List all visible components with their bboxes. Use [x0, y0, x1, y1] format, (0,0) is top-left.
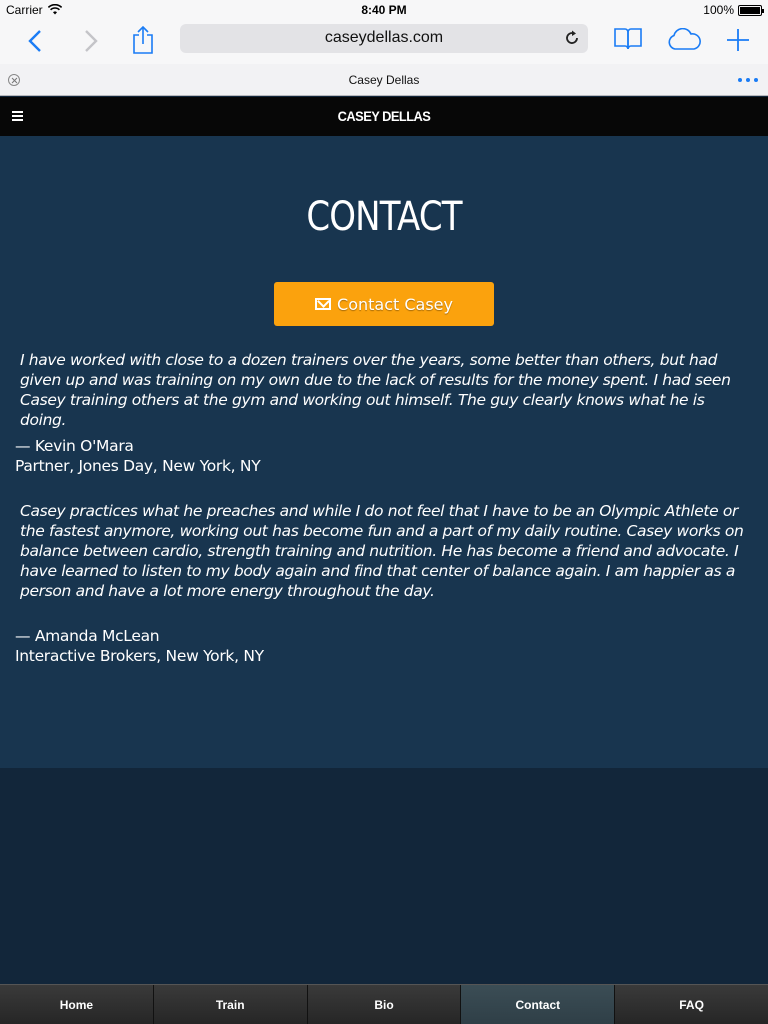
nav-item-bio[interactable]: Bio [307, 985, 462, 1024]
nav-item-faq[interactable]: FAQ [615, 985, 768, 1024]
add-tab-icon[interactable] [724, 26, 752, 54]
reload-icon[interactable] [562, 28, 582, 48]
site-title[interactable]: CASEY DELLAS [31, 108, 738, 124]
status-bar: Carrier 8:40 PM 100% [0, 0, 768, 20]
site-header: CASEY DELLAS [0, 97, 768, 136]
battery-icon [738, 5, 764, 16]
testimonial-attribution: — Kevin O'Mara Partner, Jones Day, New Y… [15, 436, 261, 476]
testimonial-quote: I have worked with close to a dozen trai… [20, 351, 731, 429]
back-icon[interactable] [20, 26, 50, 56]
contact-button-label: Contact Casey [337, 294, 453, 314]
tab-title[interactable]: Casey Dellas [0, 73, 768, 87]
clock: 8:40 PM [361, 3, 407, 17]
nav-item-contact[interactable]: Contact [461, 985, 616, 1024]
contact-casey-button[interactable]: Contact Casey [274, 282, 494, 326]
more-options-icon[interactable] [738, 78, 758, 82]
testimonial-affiliation: Partner, Jones Day, New York, NY [15, 457, 261, 475]
tab-bar: Casey Dellas [0, 64, 768, 96]
bookmarks-icon[interactable] [612, 24, 644, 54]
browser-toolbar: caseydellas.com [0, 20, 768, 64]
forward-icon[interactable] [76, 26, 106, 56]
testimonial-attribution: — Amanda McLean Interactive Brokers, New… [15, 626, 264, 666]
main-content: CONTACT Contact Casey I have worked with… [0, 136, 768, 768]
testimonial-quote: Casey practices what he preaches and whi… [20, 502, 744, 600]
cloud-icon[interactable] [666, 26, 702, 52]
battery-percent: 100% [703, 3, 734, 17]
url-field[interactable]: caseydellas.com [180, 24, 588, 53]
envelope-icon [315, 298, 332, 310]
share-icon[interactable] [128, 24, 158, 56]
testimonial-author: — Kevin O'Mara [15, 437, 134, 455]
hamburger-menu-icon[interactable] [12, 111, 23, 121]
url-text: caseydellas.com [324, 29, 444, 46]
bottom-nav: Home Train Bio Contact FAQ [0, 984, 768, 1024]
nav-item-home[interactable]: Home [0, 985, 154, 1024]
nav-item-train[interactable]: Train [153, 985, 308, 1024]
testimonial-author: — Amanda McLean [15, 627, 160, 645]
testimonial-affiliation: Interactive Brokers, New York, NY [15, 647, 264, 665]
page-title: CONTACT [306, 194, 462, 240]
